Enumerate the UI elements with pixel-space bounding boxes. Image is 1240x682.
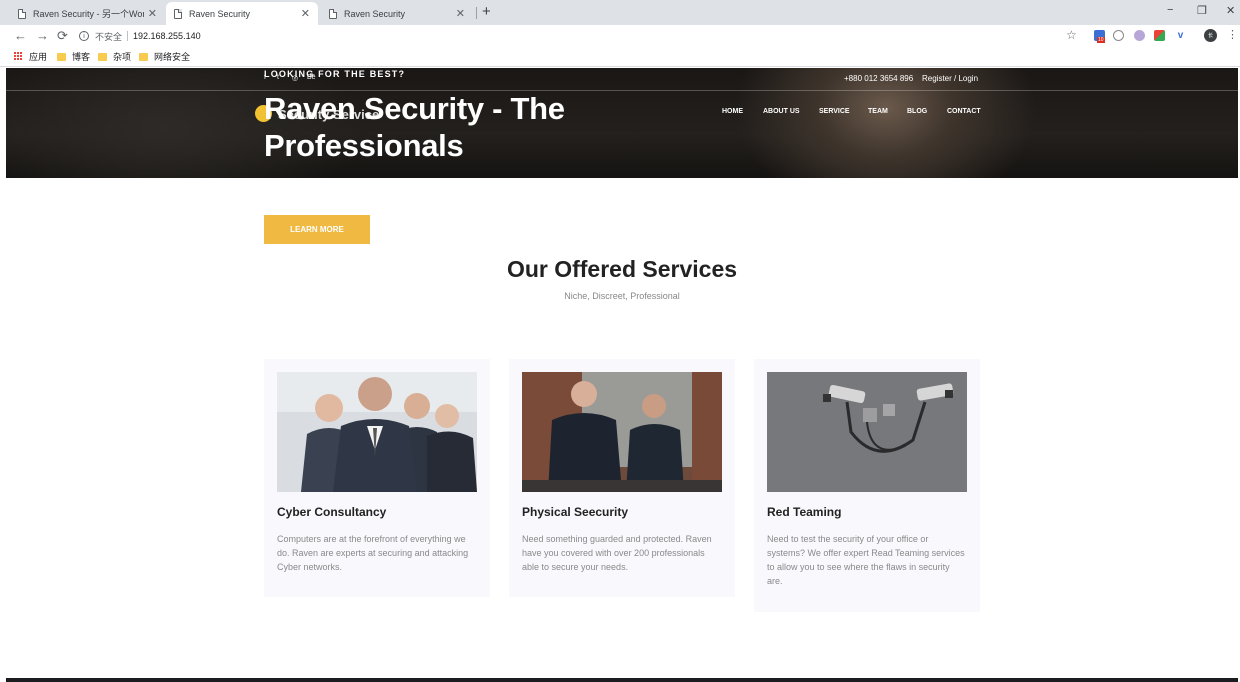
header-phone[interactable]: +880 012 3654 896 [844, 74, 913, 83]
card-description: Need something guarded and protected. Ra… [522, 534, 712, 572]
extension-icon[interactable]: v [1175, 30, 1186, 41]
restore-icon[interactable]: ❐ [1197, 4, 1207, 17]
bookmark-label: 博客 [72, 52, 91, 62]
close-icon[interactable]: ✕ [148, 7, 157, 20]
security-label[interactable]: 不安全 [95, 30, 122, 43]
tab-divider [476, 7, 477, 19]
folder-icon [139, 52, 148, 61]
bookmark-label: 应用 [29, 52, 48, 62]
url-text[interactable]: 192.168.255.140 [133, 31, 201, 41]
section-subtitle: Niche, Discreet, Professional [564, 291, 680, 301]
page-icon [329, 8, 337, 19]
browser-tab[interactable]: Raven Security - 另一个WordPres ✕ [10, 2, 165, 25]
page-viewport: LOOKING FOR THE BEST? f t ◎ Bē +880 012 … [6, 68, 1238, 682]
nav-home[interactable]: HOME [722, 108, 743, 115]
browser-tab-active[interactable]: Raven Security ✕ [166, 2, 318, 25]
section-title: Our Offered Services [506, 256, 738, 282]
nav-blog[interactable]: BLOG [907, 108, 927, 115]
tab-title: Raven Security [344, 8, 406, 19]
service-card[interactable]: Physical Seecurity Need something guarde… [509, 359, 735, 597]
folder-icon [98, 52, 107, 61]
bookmark-star-icon[interactable]: ☆ [1066, 28, 1077, 42]
nav-service[interactable]: SERVICE [819, 108, 850, 115]
learn-more-button[interactable]: LEARN MORE [264, 215, 370, 244]
minimize-icon[interactable]: − [1167, 4, 1173, 16]
tab-title: Raven Security [189, 8, 251, 19]
card-title: Physical Seecurity [522, 505, 629, 519]
new-tab-button[interactable]: + [482, 3, 491, 20]
card-title: Cyber Consultancy [277, 505, 387, 519]
card-title: Red Teaming [767, 505, 842, 519]
back-icon[interactable]: ← [14, 28, 27, 43]
browser-tab[interactable]: Raven Security ✕ [321, 2, 473, 25]
browser-tabbar: Raven Security - 另一个WordPres ✕ Raven Sec… [0, 0, 1240, 25]
extension-icon[interactable] [1113, 30, 1124, 41]
twitter-icon[interactable]: t [277, 74, 279, 81]
service-card[interactable]: Red Teaming Need to test the security of… [754, 359, 980, 612]
bookmark-label: 杂项 [113, 52, 132, 62]
footer-edge [6, 678, 1238, 682]
bookmark-label: 网络安全 [154, 52, 191, 62]
card-description: Need to test the security of your office… [767, 534, 965, 586]
hero-banner: LOOKING FOR THE BEST? f t ◎ Bē +880 012 … [6, 68, 1238, 178]
tab-title: Raven Security - 另一个WordPres [33, 9, 144, 19]
extension-icon[interactable] [1134, 30, 1145, 41]
address-bar[interactable]: i 不安全 192.168.255.140 [79, 27, 1084, 45]
nav-team[interactable]: TEAM [868, 108, 888, 115]
behance-icon[interactable]: Bē [307, 74, 316, 81]
hero-title: Raven Security - The Professionals [264, 91, 565, 163]
facebook-icon[interactable]: f [264, 74, 266, 81]
bookmark-apps[interactable]: 应用 [14, 50, 47, 63]
forward-icon[interactable]: → [36, 28, 49, 43]
card-description: Computers are at the forefront of everyt… [277, 534, 469, 572]
bookmark-folder[interactable]: 博客 [57, 50, 90, 63]
close-icon[interactable]: ✕ [301, 7, 310, 20]
nav-about-us[interactable]: ABOUT US [763, 108, 800, 115]
reload-icon[interactable]: ⟳ [57, 28, 68, 44]
register-login-link[interactable]: Register / Login [922, 74, 978, 83]
business-team-image [277, 372, 477, 492]
window-close-icon[interactable]: ✕ [1226, 4, 1235, 17]
bookmark-folder[interactable]: 杂项 [98, 50, 131, 63]
bookmarks-bar: 应用 博客 杂项 网络安全 [0, 47, 1240, 67]
apps-icon [14, 52, 23, 61]
header-tagline: LOOKING FOR THE BEST? [264, 69, 406, 79]
extension-badge: 10 [1097, 37, 1105, 43]
cctv-cameras-image [767, 372, 967, 492]
close-icon[interactable]: ✕ [456, 7, 465, 20]
info-icon[interactable]: i [79, 31, 89, 41]
page-icon [18, 8, 26, 19]
page-icon [174, 8, 182, 19]
dribbble-icon[interactable]: ◎ [292, 74, 298, 82]
browser-toolbar: ← → ⟳ i 不安全 192.168.255.140 ☆ 10 v 长 ⋮ [0, 25, 1240, 47]
profile-avatar[interactable]: 长 [1204, 29, 1217, 42]
security-officers-image [522, 372, 722, 492]
extension-icon[interactable] [1154, 30, 1165, 41]
nav-contact[interactable]: CONTACT [947, 108, 981, 115]
bookmark-folder[interactable]: 网络安全 [139, 50, 190, 63]
folder-icon [57, 52, 66, 61]
menu-icon[interactable]: ⋮ [1227, 28, 1238, 41]
address-divider [127, 31, 129, 41]
service-card[interactable]: Cyber Consultancy Computers are at the f… [264, 359, 490, 597]
